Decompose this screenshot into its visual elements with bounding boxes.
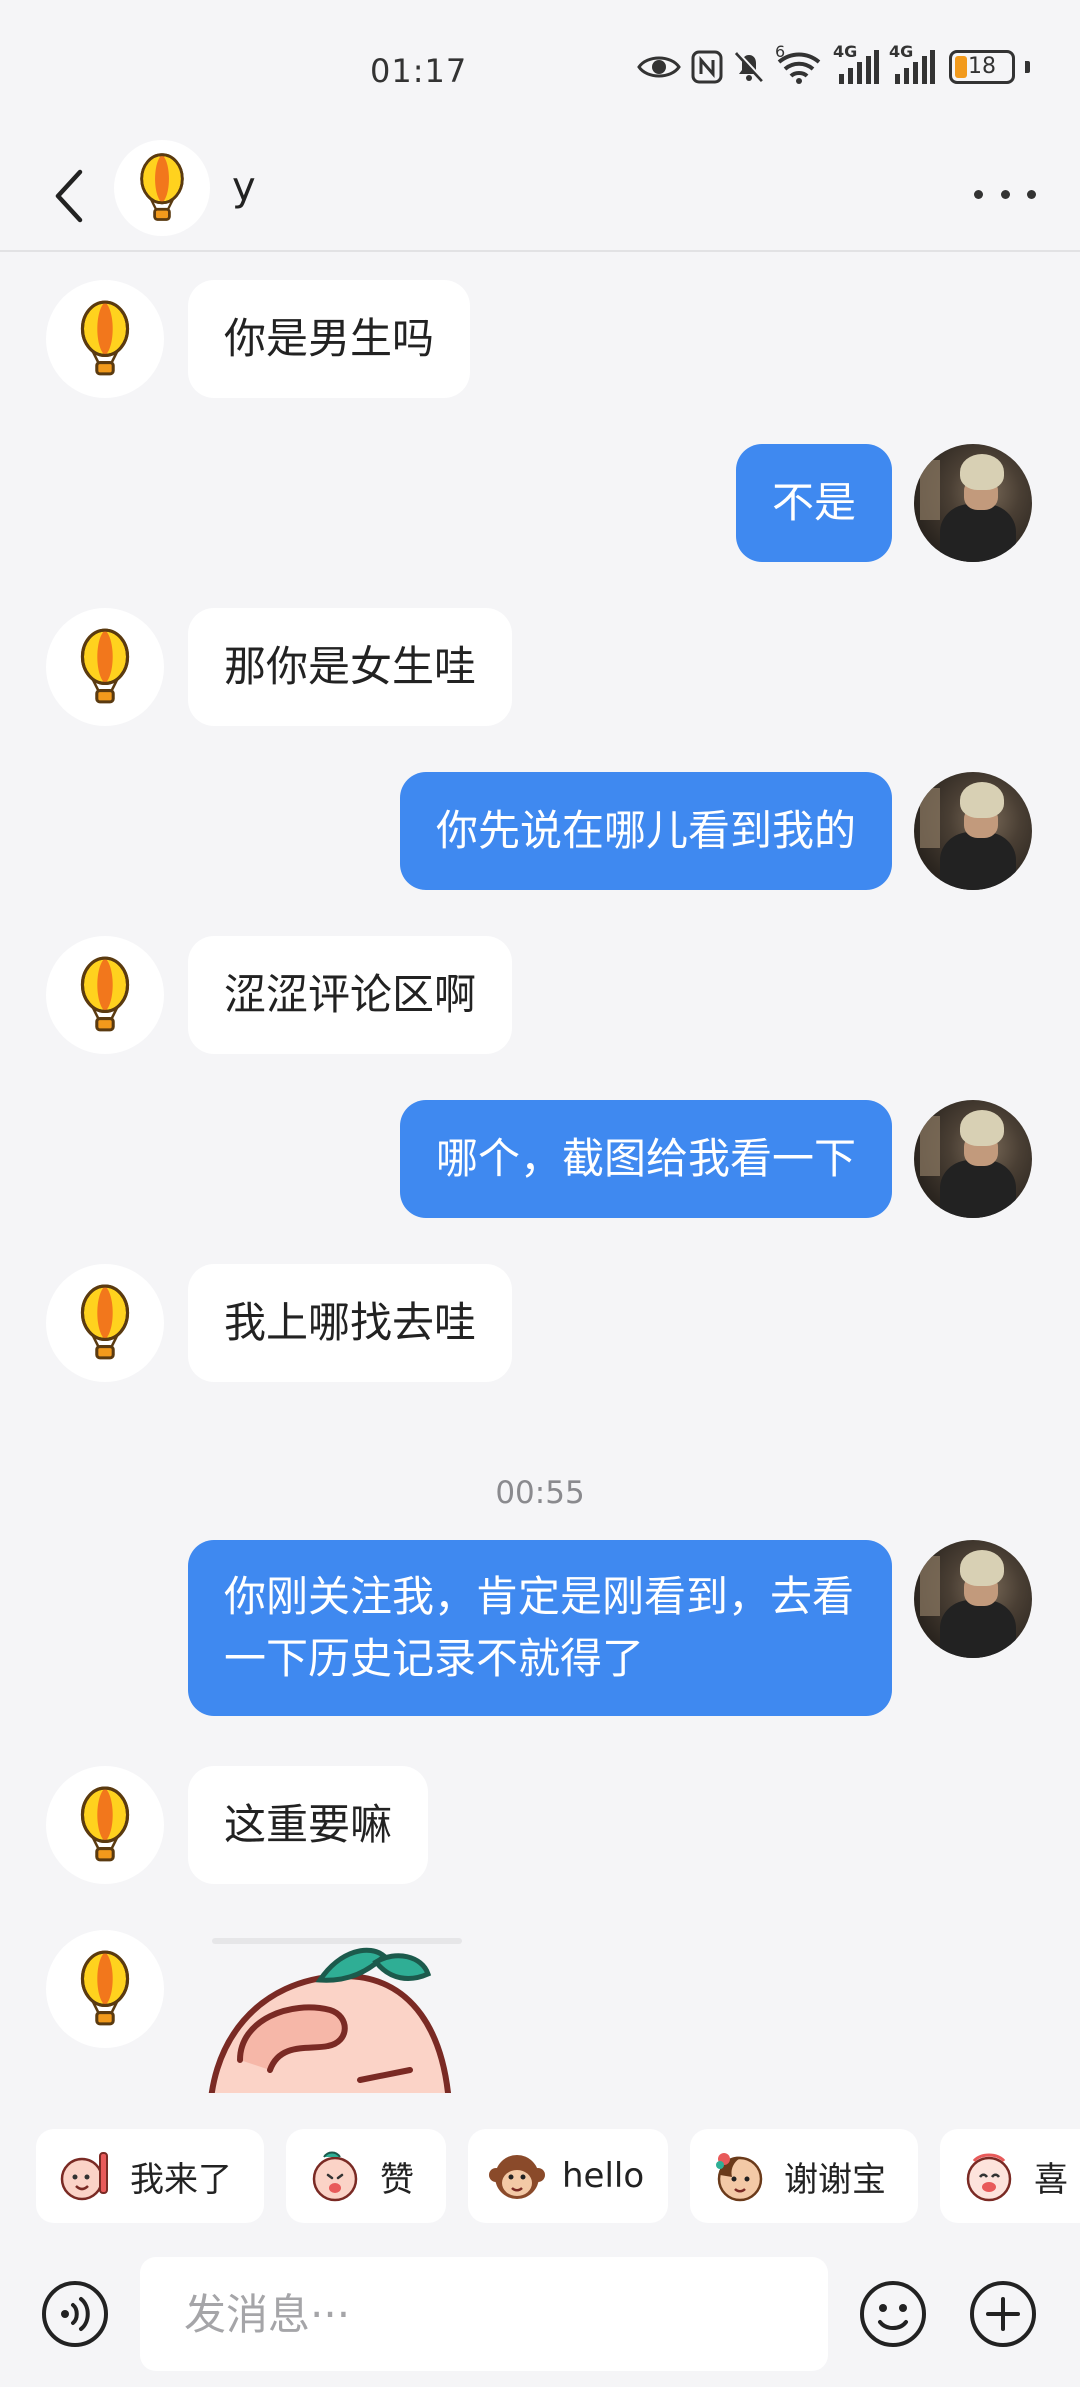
quick-reply-chip[interactable]: 我来了: [36, 2129, 264, 2223]
balloon-icon: [74, 1282, 136, 1364]
more-actions-button[interactable]: [968, 2279, 1038, 2349]
quick-reply-label: 赞: [380, 2159, 414, 2200]
message-bubble-incoming[interactable]: 这重要嘛: [188, 1766, 429, 1884]
quick-reply-label: 谢谢宝: [784, 2159, 886, 2200]
status-bar: 01:17 6 4G 4G 18: [0, 0, 1080, 140]
message-bubble-incoming[interactable]: 我上哪找去哇: [188, 1264, 513, 1382]
chevron-left-icon: [55, 169, 83, 223]
quick-reply-row: 我来了 赞 hello 谢谢宝 喜: [0, 2129, 1080, 2223]
message-bubble-incoming[interactable]: 涩涩评论区啊: [188, 936, 513, 1054]
user-avatar[interactable]: [914, 444, 1032, 562]
battery-level: 18: [968, 54, 996, 79]
message-bubble-outgoing[interactable]: 你刚关注我，肯定是刚看到，去看一下历史记录不就得了: [188, 1540, 892, 1716]
status-time: 01:17: [370, 52, 468, 90]
dot: [1027, 189, 1036, 199]
more-options-button[interactable]: [974, 176, 1036, 212]
contact-avatar[interactable]: [46, 1264, 164, 1382]
signal-1: 4G: [833, 42, 879, 84]
message-bubble-outgoing[interactable]: 哪个，截图给我看一下: [399, 1100, 892, 1218]
quick-reply-label: 我来了: [130, 2159, 232, 2200]
balloon-icon: [74, 1784, 136, 1866]
message-bubble-outgoing[interactable]: 你先说在哪儿看到我的: [399, 772, 892, 890]
contact-avatar[interactable]: [46, 280, 164, 398]
voice-icon: [42, 2281, 108, 2347]
user-avatar[interactable]: [914, 1100, 1032, 1218]
battery-tip: [1025, 61, 1030, 73]
chat-header: y: [0, 140, 1080, 252]
input-bar: [0, 2253, 1080, 2373]
dot: [1000, 189, 1010, 199]
bottom-panel: 我来了 赞 hello 谢谢宝 喜 发消息···: [0, 2093, 1080, 2387]
nfc-icon: [691, 50, 723, 84]
dot: [974, 189, 983, 199]
sticker-wave-icon: [60, 2152, 108, 2201]
sticker-monkey-icon: [489, 2155, 545, 2199]
quick-reply-chip[interactable]: hello: [468, 2129, 668, 2223]
message-bubble-incoming[interactable]: 你是男生吗: [188, 280, 471, 398]
contact-avatar[interactable]: [46, 936, 164, 1054]
signal-2: 4G: [889, 42, 935, 84]
contact-avatar[interactable]: [46, 608, 164, 726]
emoji-button[interactable]: [858, 2279, 928, 2349]
balloon-icon: [74, 626, 136, 708]
message-bubble-incoming[interactable]: 那你是女生哇: [188, 608, 513, 726]
status-icons: 6 4G 4G 18: [637, 42, 1030, 84]
network-label-2: 4G: [889, 42, 914, 61]
quick-reply-label: hello: [562, 2156, 645, 2196]
peach-sticker-icon: [208, 1938, 462, 2093]
network-label-1: 4G: [833, 42, 858, 61]
voice-button[interactable]: [40, 2279, 110, 2349]
balloon-icon: [74, 1948, 136, 2030]
quick-reply-chip[interactable]: 赞: [286, 2129, 446, 2223]
back-button[interactable]: [44, 164, 94, 228]
balloon-icon: [134, 151, 190, 225]
battery-icon: 18: [949, 50, 1015, 84]
smiley-icon: [860, 2281, 926, 2347]
mute-bell-icon: [734, 51, 765, 83]
contact-avatar[interactable]: [46, 1766, 164, 1884]
message-bubble-outgoing[interactable]: 不是: [735, 444, 892, 562]
wifi-badge: 6: [775, 42, 786, 61]
sticker-message[interactable]: [200, 1930, 470, 2093]
plus-icon: [970, 2281, 1036, 2347]
eye-icon: [637, 56, 681, 78]
user-avatar[interactable]: [914, 1540, 1032, 1658]
message-input[interactable]: [140, 2257, 828, 2371]
sticker-flower-icon: [716, 2153, 763, 2202]
contact-name[interactable]: y: [232, 164, 256, 210]
contact-avatar[interactable]: [114, 140, 210, 236]
message-timestamp: 00:55: [495, 1475, 585, 1511]
quick-reply-chip[interactable]: 喜: [940, 2129, 1080, 2223]
quick-reply-label: 喜: [1034, 2159, 1068, 2200]
contact-avatar[interactable]: [46, 1930, 164, 2048]
balloon-icon: [74, 298, 136, 380]
user-avatar[interactable]: [914, 772, 1032, 890]
sticker-happy-icon: [966, 2153, 1012, 2202]
balloon-icon: [74, 954, 136, 1036]
wifi-indicator: 6: [775, 42, 823, 84]
sticker-thumbs-icon: [312, 2151, 358, 2202]
quick-reply-chip[interactable]: 谢谢宝: [690, 2129, 918, 2223]
